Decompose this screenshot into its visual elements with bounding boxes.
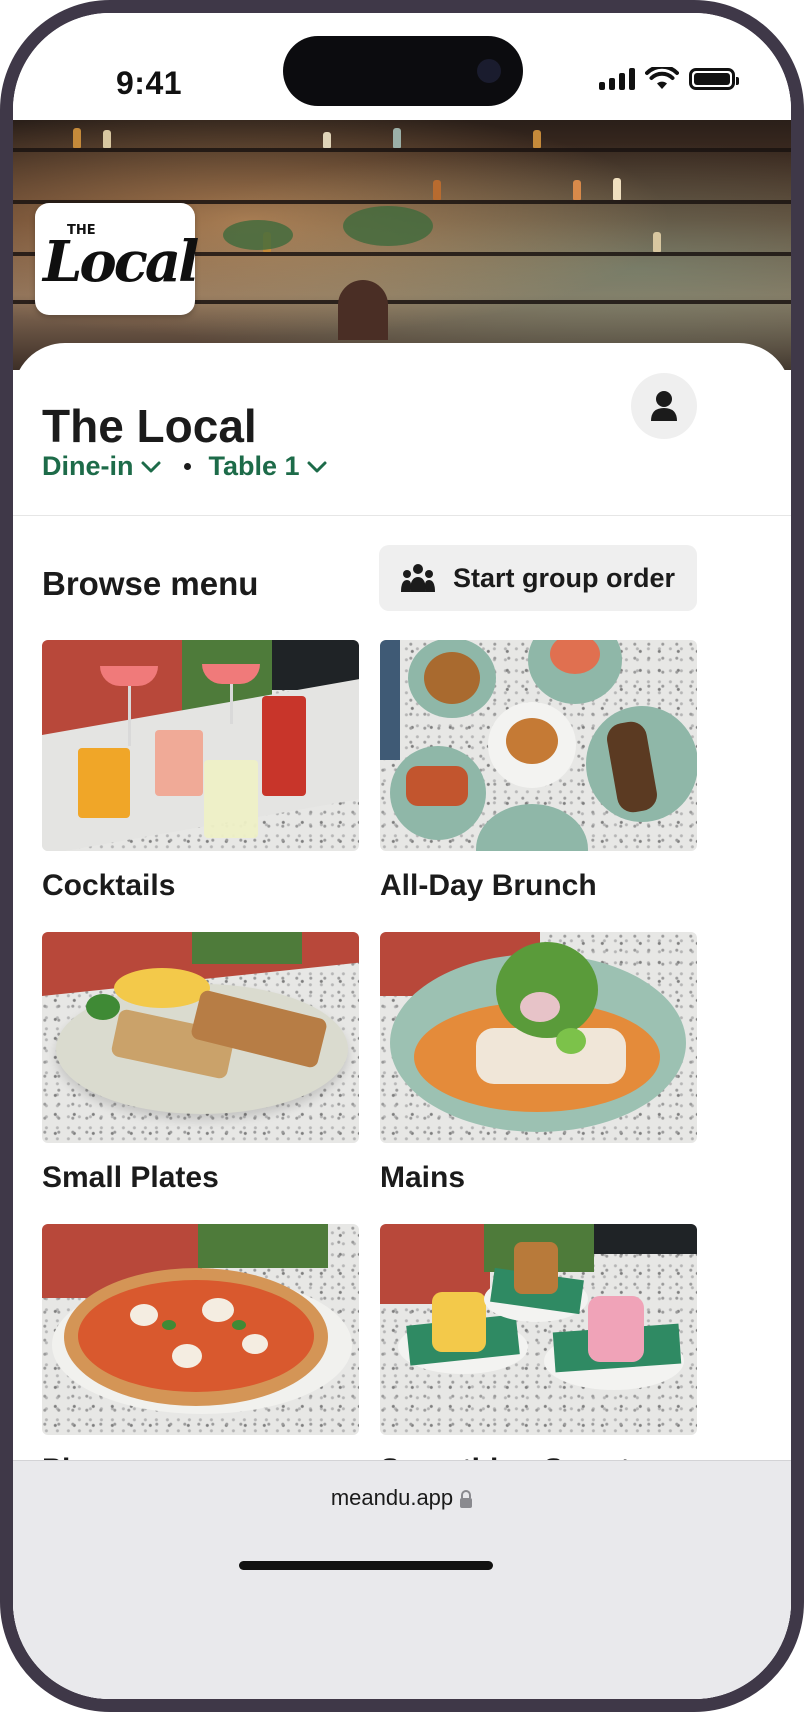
url-text: meandu.app: [330, 1485, 454, 1510]
url-bar[interactable]: meandu.app: [13, 1485, 791, 1511]
category-card-pizzas[interactable]: Pizzas: [42, 1224, 359, 1487]
screen: 9:41 THE Local The Local Dine-in Table 1…: [13, 13, 791, 1699]
dine-in-label: Dine-in: [42, 451, 134, 481]
divider: [13, 515, 791, 516]
status-icons: [599, 63, 739, 95]
dine-in-selector[interactable]: Dine-in: [42, 451, 162, 482]
phone-frame: 9:41 THE Local The Local Dine-in Table 1…: [0, 0, 804, 1712]
table-selector[interactable]: Table 1: [209, 451, 328, 482]
user-icon: [651, 391, 677, 421]
pizzas-image: [42, 1224, 359, 1435]
profile-button[interactable]: [631, 373, 697, 439]
category-label: Small Plates: [42, 1161, 219, 1194]
logo-text-big: Local: [43, 229, 199, 295]
camera-icon: [477, 59, 501, 83]
category-card-mains[interactable]: Mains: [380, 932, 697, 1195]
browse-menu-title: Browse menu: [42, 565, 259, 602]
person-silhouette: [338, 280, 388, 340]
chevron-down-icon: [307, 461, 327, 472]
group-icon: [401, 564, 435, 592]
status-bar: 9:41: [13, 13, 791, 120]
category-card-cocktails[interactable]: Cocktails: [42, 640, 359, 903]
mains-image: [380, 932, 697, 1143]
lock-icon: [460, 1490, 473, 1509]
dynamic-island: [283, 36, 523, 106]
category-card-something-sweet[interactable]: Something Sweet: [380, 1224, 697, 1487]
category-label: Cocktails: [42, 869, 176, 902]
battery-icon: [689, 68, 739, 90]
small-plates-image: [42, 932, 359, 1143]
category-card-small-plates[interactable]: Small Plates: [42, 932, 359, 1195]
chevron-down-icon: [141, 461, 160, 472]
wifi-icon: [645, 67, 679, 89]
something-sweet-image: [380, 1224, 697, 1435]
category-label: Mains: [380, 1161, 466, 1194]
home-indicator[interactable]: [239, 1561, 493, 1570]
status-time: 9:41: [116, 65, 183, 101]
cocktails-image: [42, 640, 359, 851]
start-group-order-button[interactable]: Start group order: [379, 545, 697, 611]
venue-logo: THE Local: [35, 203, 199, 315]
category-label: All-Day Brunch: [380, 869, 597, 902]
hero-image: THE Local: [13, 120, 791, 370]
brunch-image: [380, 640, 697, 851]
cellular-signal-icon: [599, 68, 635, 90]
browser-bar: meandu.app: [13, 1460, 791, 1699]
order-mode-row: Dine-in Table 1: [42, 451, 328, 482]
venue-title: The Local: [42, 400, 257, 452]
table-label: Table 1: [208, 451, 300, 481]
start-group-order-label: Start group order: [453, 562, 676, 593]
separator-dot: [183, 463, 191, 470]
category-card-all-day-brunch[interactable]: All-Day Brunch: [380, 640, 697, 903]
